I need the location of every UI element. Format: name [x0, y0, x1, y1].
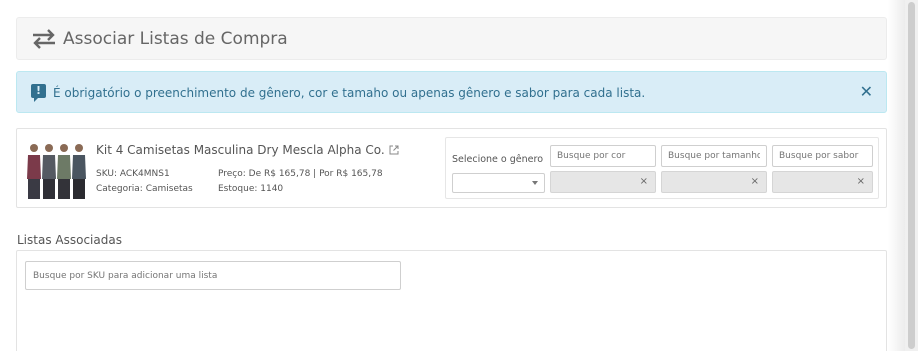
product-sku: SKU: ACK4MNS1 — [96, 169, 170, 179]
listas-associadas-title: Listas Associadas — [17, 233, 122, 247]
genero-select[interactable] — [452, 173, 545, 193]
variant-filters: Selecione o gênero × × × — [445, 137, 879, 199]
sku-search-input[interactable] — [25, 261, 401, 290]
transfer-arrows-icon — [33, 29, 55, 49]
clear-tamanho-icon: × — [750, 176, 759, 187]
cor-select-disabled: × — [550, 171, 656, 193]
product-category: Categoria: Camisetas — [96, 184, 193, 194]
alert-flag-icon: ! — [31, 84, 46, 102]
scrollbar-thumb[interactable] — [908, 2, 915, 349]
alert-close-button[interactable]: ✕ — [860, 82, 873, 102]
scrollbar[interactable] — [905, 0, 918, 351]
associated-lists-panel — [16, 250, 887, 351]
product-price: Preço: De R$ 165,78 | Por R$ 165,78 — [218, 169, 383, 179]
product-tshirts-image — [27, 144, 86, 199]
product-name[interactable]: Kit 4 Camisetas Masculina Dry Mescla Alp… — [96, 143, 399, 157]
clear-cor-icon: × — [639, 176, 648, 187]
modal-edge — [888, 0, 905, 351]
tamanho-search-input[interactable] — [661, 145, 767, 167]
external-link-icon[interactable] — [389, 145, 399, 155]
cor-search-input[interactable] — [550, 145, 656, 167]
alert-message: É obrigatório o preenchimento de gênero,… — [53, 86, 646, 100]
tamanho-select-disabled: × — [661, 171, 767, 193]
product-name-text[interactable]: Kit 4 Camisetas Masculina Dry Mescla Alp… — [96, 143, 385, 157]
genero-label: Selecione o gênero — [452, 154, 544, 165]
sabor-search-input[interactable] — [772, 145, 873, 167]
chevron-down-icon — [532, 181, 538, 185]
product-card: Kit 4 Camisetas Masculina Dry Mescla Alp… — [16, 128, 887, 208]
page-title: Associar Listas de Compra — [63, 29, 288, 49]
required-fields-alert: ! É obrigatório o preenchimento de gêner… — [16, 71, 887, 113]
associar-listas-modal: Associar Listas de Compra ! É obrigatóri… — [0, 0, 905, 351]
modal-header: Associar Listas de Compra — [16, 17, 887, 60]
product-stock: Estoque: 1140 — [218, 184, 284, 194]
clear-sabor-icon: × — [856, 176, 865, 187]
sabor-select-disabled: × — [772, 171, 873, 193]
